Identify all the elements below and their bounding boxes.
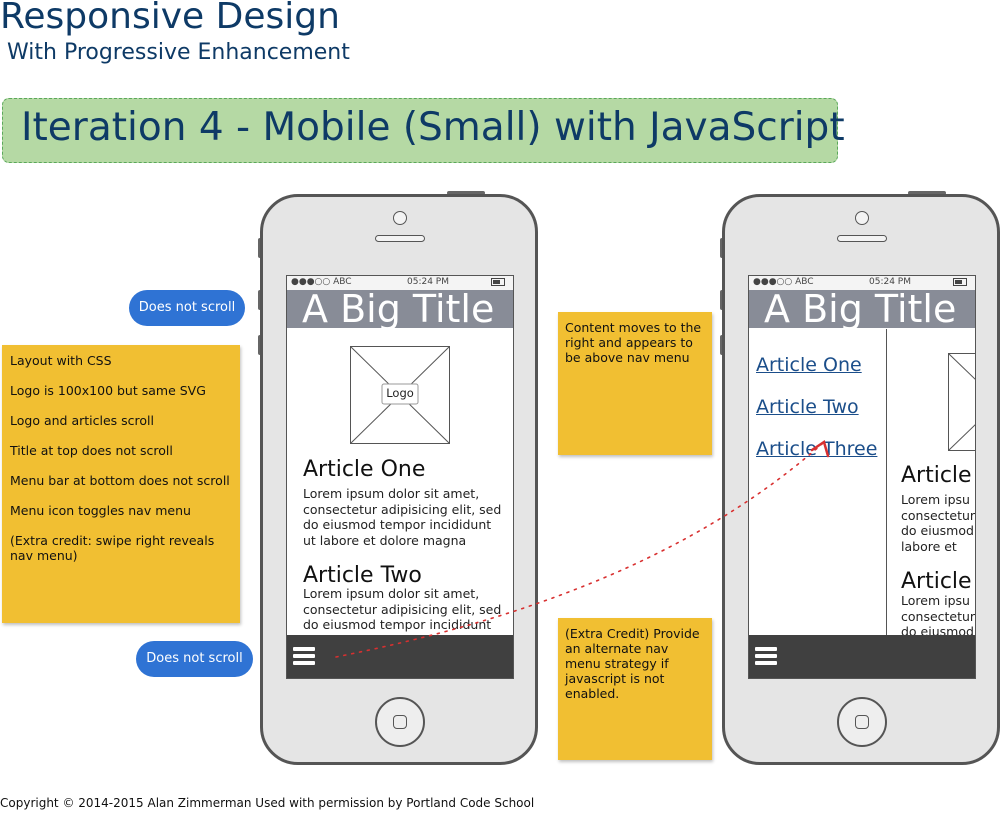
copyright-text: Copyright © 2014-2015 Alan Zimmerman Use… [0, 796, 535, 810]
swipe-connector-arrow [335, 440, 830, 658]
